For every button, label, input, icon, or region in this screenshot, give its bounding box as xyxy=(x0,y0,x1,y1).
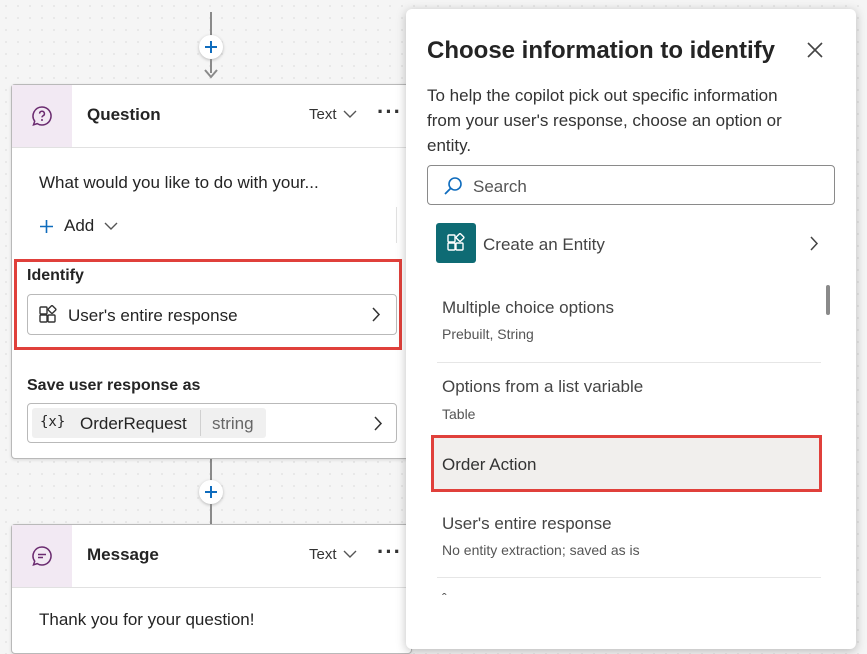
create-entity-item[interactable]: Create an Entity xyxy=(430,220,828,268)
message-node-title: Message xyxy=(87,545,159,564)
arrow-down-icon xyxy=(204,69,218,79)
variable-name: OrderRequest xyxy=(80,414,187,433)
list-item-sub: Table xyxy=(442,406,476,422)
create-entity-icon-box xyxy=(436,223,476,263)
divider-line xyxy=(396,207,397,243)
list-item[interactable]: Multiple choice options Prebuilt, String xyxy=(437,288,821,358)
question-node-header: Question Text ··· xyxy=(12,85,411,148)
message-bubble-icon xyxy=(32,546,52,566)
list-item-sub: Prebuilt, String xyxy=(442,326,534,342)
message-more-button[interactable]: ··· xyxy=(377,539,402,565)
add-label: Add xyxy=(64,216,95,235)
close-button[interactable] xyxy=(805,40,827,62)
chevron-down-icon xyxy=(343,110,357,118)
add-node-button-mid[interactable] xyxy=(199,480,223,504)
panel-title: Choose information to identify xyxy=(427,37,775,64)
identify-highlight xyxy=(14,259,402,350)
message-text[interactable]: Thank you for your question! xyxy=(39,610,254,630)
order-action-highlight xyxy=(431,435,822,492)
list-scrollbar[interactable] xyxy=(826,285,830,315)
question-type-dropdown[interactable]: Text xyxy=(309,106,357,123)
save-response-label: Save user response as xyxy=(27,377,201,394)
list-item[interactable]: User's entire response No entity extract… xyxy=(437,504,821,570)
variable-divider xyxy=(200,410,201,436)
chevron-down-icon xyxy=(343,550,357,558)
variable-icon: {x} xyxy=(40,414,66,430)
message-type-dropdown[interactable]: Text xyxy=(309,546,357,563)
plus-icon xyxy=(40,219,53,233)
chevron-right-icon xyxy=(374,416,383,431)
plus-icon xyxy=(205,41,217,53)
list-divider xyxy=(437,577,821,578)
add-node-button-top[interactable] xyxy=(199,35,223,59)
search-icon xyxy=(444,177,462,195)
list-item-sub: No entity extraction; saved as is xyxy=(442,542,640,558)
search-placeholder: Search xyxy=(473,177,527,196)
panel-description: To help the copilot pick out specific in… xyxy=(427,86,782,155)
chevron-right-icon xyxy=(810,236,819,251)
list-item[interactable]: Options from a list variable Table xyxy=(437,368,821,430)
save-variable-selector[interactable]: {x} OrderRequest string xyxy=(27,403,397,443)
list-item-name: User's entire response xyxy=(442,514,612,533)
question-type-label: Text xyxy=(309,106,337,123)
chevron-down-icon xyxy=(104,222,118,230)
search-input[interactable]: Search xyxy=(427,165,835,205)
list-item-name: Options from a list variable xyxy=(442,377,644,396)
question-bubble-icon xyxy=(32,106,52,126)
plus-icon xyxy=(205,486,217,498)
create-entity-label: Create an Entity xyxy=(483,235,605,254)
list-item-partial: ˆ xyxy=(442,590,447,606)
connector-line-mid xyxy=(210,459,212,481)
variable-type: string xyxy=(212,414,254,433)
question-node-title: Question xyxy=(87,105,161,124)
message-type-label: Text xyxy=(309,546,337,563)
entity-icon xyxy=(447,233,465,251)
question-prompt-text[interactable]: What would you like to do with your... xyxy=(39,173,319,193)
close-icon xyxy=(807,42,823,58)
message-node[interactable]: Message Text ··· Thank you for your ques… xyxy=(11,524,412,654)
question-node-icon-box xyxy=(12,85,72,147)
message-node-header: Message Text ··· xyxy=(12,525,411,588)
connector-line-bottom xyxy=(210,504,212,524)
list-item-name: Multiple choice options xyxy=(442,298,614,317)
message-node-icon-box xyxy=(12,525,72,587)
list-divider xyxy=(437,362,821,363)
question-more-button[interactable]: ··· xyxy=(377,99,402,125)
add-button[interactable]: Add xyxy=(39,216,118,236)
